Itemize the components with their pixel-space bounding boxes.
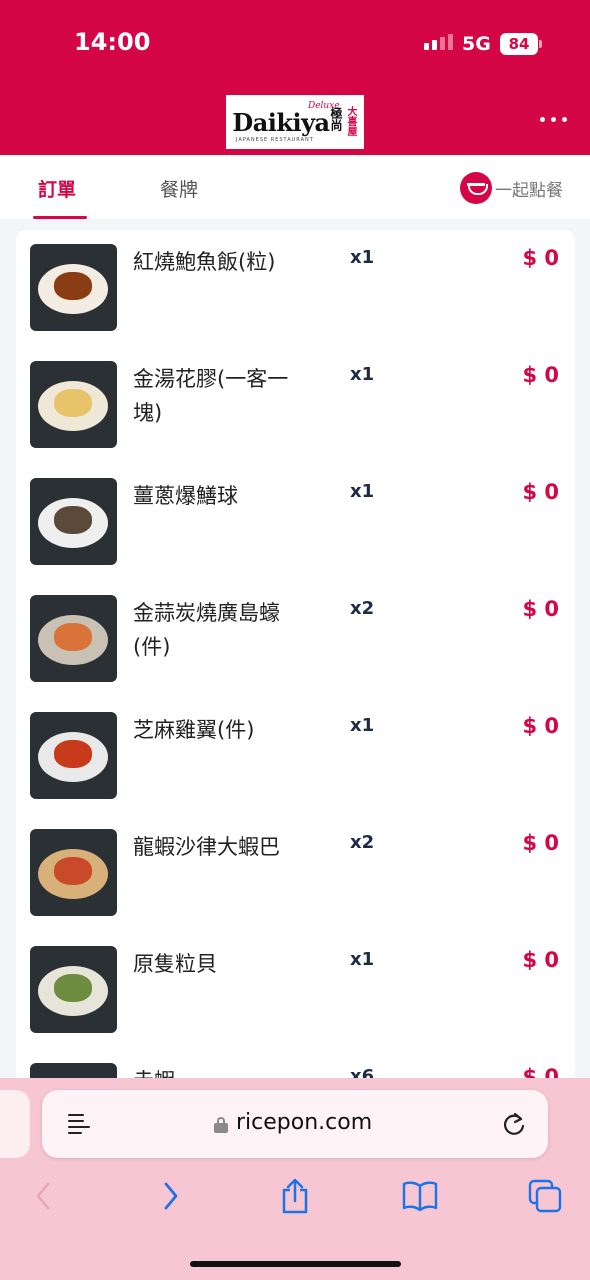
dish-name: 金蒜炭燒廣島蠔(件)	[133, 601, 280, 659]
order-item: 紅燒鮑魚飯(粒) x1 $ 0	[16, 230, 575, 347]
dish-price: $ 0	[522, 363, 559, 387]
dish-quantity: x1	[350, 481, 375, 502]
share-button[interactable]	[272, 1173, 318, 1219]
bowl-icon	[460, 172, 492, 204]
more-menu-icon[interactable]	[540, 117, 567, 122]
url-text[interactable]: ricepon.com	[236, 1110, 372, 1135]
dish-name: 紅燒鮑魚飯(粒)	[133, 250, 276, 274]
dish-price: $ 0	[522, 714, 559, 738]
order-item: 金湯花膠(一客一塊) x1 $ 0	[16, 347, 575, 464]
dish-image	[30, 712, 117, 799]
group-order-label: 一起點餐	[495, 180, 563, 201]
logo-cjk-a: 極尚	[329, 107, 343, 131]
dish-image	[30, 946, 117, 1033]
dish-image	[30, 361, 117, 448]
dish-name: 原隻粒貝	[133, 952, 217, 976]
home-indicator	[190, 1261, 401, 1267]
dish-price: $ 0	[522, 948, 559, 972]
dish-quantity: x1	[350, 364, 375, 385]
order-item: 芝麻雞翼(件) x1 $ 0	[16, 698, 575, 815]
dish-name: 龍蝦沙律大蝦巴	[133, 835, 280, 859]
order-item: 薑蔥爆鱔球 x1 $ 0	[16, 464, 575, 581]
dish-quantity: x1	[350, 715, 375, 736]
logo-subtitle: JAPANESE RESTAURANT	[236, 137, 314, 143]
tab-menu[interactable]: 餐牌	[160, 175, 198, 202]
dish-price: $ 0	[522, 831, 559, 855]
tabs-icon	[528, 1179, 562, 1213]
network-type: 5G	[462, 33, 491, 55]
forward-button[interactable]	[148, 1173, 194, 1219]
lock-icon	[214, 1117, 228, 1133]
dish-quantity: x2	[350, 598, 375, 619]
dish-quantity: x1	[350, 247, 375, 268]
dish-name: 芝麻雞翼(件)	[133, 718, 255, 742]
dish-image	[30, 478, 117, 565]
chevron-left-icon	[36, 1182, 50, 1210]
tab-orders[interactable]: 訂單	[38, 175, 76, 202]
order-item: 金蒜炭燒廣島蠔(件) x2 $ 0	[16, 581, 575, 698]
order-item: 龍蝦沙律大蝦巴 x2 $ 0	[16, 815, 575, 932]
dish-quantity: x1	[350, 949, 375, 970]
share-icon	[282, 1178, 308, 1214]
reload-icon[interactable]	[500, 1110, 528, 1138]
book-icon	[402, 1181, 438, 1212]
bookmarks-button[interactable]	[397, 1173, 443, 1219]
group-order-button[interactable]: 一起點餐	[460, 172, 563, 204]
dish-image	[30, 595, 117, 682]
app-header: 14:00 5G 84 Deluxe Daikiya 極尚 大喜屋 JAPANE…	[0, 0, 590, 155]
dish-quantity: x2	[350, 832, 375, 853]
dish-image	[30, 244, 117, 331]
dish-name: 薑蔥爆鱔球	[133, 484, 238, 508]
previous-tab-preview[interactable]	[0, 1090, 30, 1158]
order-item: 原隻粒貝 x1 $ 0	[16, 932, 575, 1049]
status-time: 14:00	[74, 28, 151, 56]
tab-active-indicator	[33, 216, 87, 219]
order-list: 紅燒鮑魚飯(粒) x1 $ 0 金湯花膠(一客一塊) x1 $ 0 薑蔥爆鱔球 …	[16, 230, 575, 1110]
logo-cjk-b: 大喜屋	[345, 106, 356, 136]
restaurant-logo: Deluxe Daikiya 極尚 大喜屋 JAPANESE RESTAURAN…	[226, 95, 364, 149]
tabs-button[interactable]	[522, 1173, 568, 1219]
signal-icon	[424, 34, 453, 50]
battery-tip	[539, 40, 542, 48]
dish-price: $ 0	[522, 480, 559, 504]
tab-bar: 訂單 餐牌 一起點餐	[0, 155, 590, 219]
back-button[interactable]	[20, 1173, 66, 1219]
address-bar[interactable]: ricepon.com	[42, 1090, 548, 1158]
chevron-right-icon	[164, 1182, 178, 1210]
dish-name: 金湯花膠(一客一塊)	[133, 367, 289, 425]
browser-nav	[0, 1173, 590, 1223]
page-menu-icon[interactable]	[68, 1113, 90, 1135]
dish-image	[30, 829, 117, 916]
browser-toolbar: ricepon.com	[0, 1078, 590, 1280]
dish-price: $ 0	[522, 597, 559, 621]
battery-icon: 84	[500, 33, 538, 55]
logo-wordmark: Daikiya	[232, 107, 330, 137]
dish-price: $ 0	[522, 246, 559, 270]
